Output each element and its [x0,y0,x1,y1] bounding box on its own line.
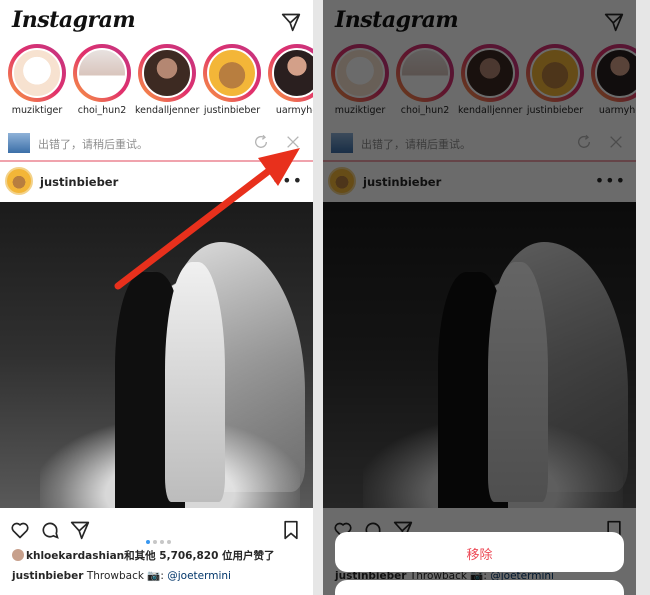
likes-summary[interactable]: khloekardashian和其他 5,706,820 位用户赞了 [12,548,275,563]
liker-username: khloekardashian [26,550,125,562]
feed-screen-left: Instagram muziktiger choi_hun2 kendallje… [0,0,313,595]
close-icon[interactable] [285,134,301,150]
avatar [142,48,192,98]
story-username: justinbieber [203,105,261,116]
carousel-indicator [146,529,174,548]
caption-username[interactable]: justinbieber [12,570,83,582]
feed-screen-right: Instagram muziktiger choi_hun2 kendallje… [323,0,636,595]
story-item[interactable]: muziktiger [5,44,69,116]
story-username: choi_hun2 [77,105,127,116]
story-username: uarmyho [275,105,313,116]
story-username: muziktiger [11,105,63,116]
avatar [272,48,313,98]
photo-bride-shape [165,262,225,502]
upload-error-bar: 出错了，请稍后重试。 [0,126,313,162]
error-message: 出错了，请稍后重试。 [38,138,148,151]
likes-count-text: 和其他 5,706,820 位用户赞了 [124,550,275,562]
story-item[interactable]: uarmyho [265,44,313,116]
post-actions [0,512,313,546]
post-username[interactable]: justinbieber [40,175,118,189]
modal-dim-overlay[interactable] [323,0,636,595]
retry-icon[interactable] [253,134,269,150]
story-item[interactable]: choi_hun2 [70,44,134,116]
caption-mention[interactable]: @joetermini [167,570,231,582]
share-icon[interactable] [70,520,90,540]
avatar[interactable] [5,167,33,195]
upload-thumbnail [8,133,30,153]
story-username: kendalljenner [135,105,200,116]
stories-tray: muziktiger choi_hun2 kendalljenner justi… [0,44,313,122]
cancel-button[interactable] [335,580,624,595]
bookmark-icon[interactable] [281,520,301,540]
comment-icon[interactable] [40,520,60,540]
remove-button[interactable]: 移除 [335,532,624,572]
remove-label: 移除 [466,548,493,563]
instagram-logo: Instagram [12,7,136,33]
story-item[interactable]: kendalljenner [135,44,199,116]
avatar [12,48,62,98]
post-photo[interactable] [0,202,313,508]
heart-icon[interactable] [10,520,30,540]
direct-message-icon[interactable] [281,12,301,32]
caption-text: Throwback 📷: [86,570,168,582]
more-options-icon[interactable]: ••• [272,173,303,189]
post-caption: justinbieber Throwback 📷: @joetermini [12,569,231,582]
avatar [77,48,127,98]
avatar [207,48,257,98]
top-bar: Instagram [0,0,313,44]
story-item[interactable]: justinbieber [200,44,264,116]
post-header: justinbieber ••• [0,166,313,200]
liker-avatar [12,549,24,561]
